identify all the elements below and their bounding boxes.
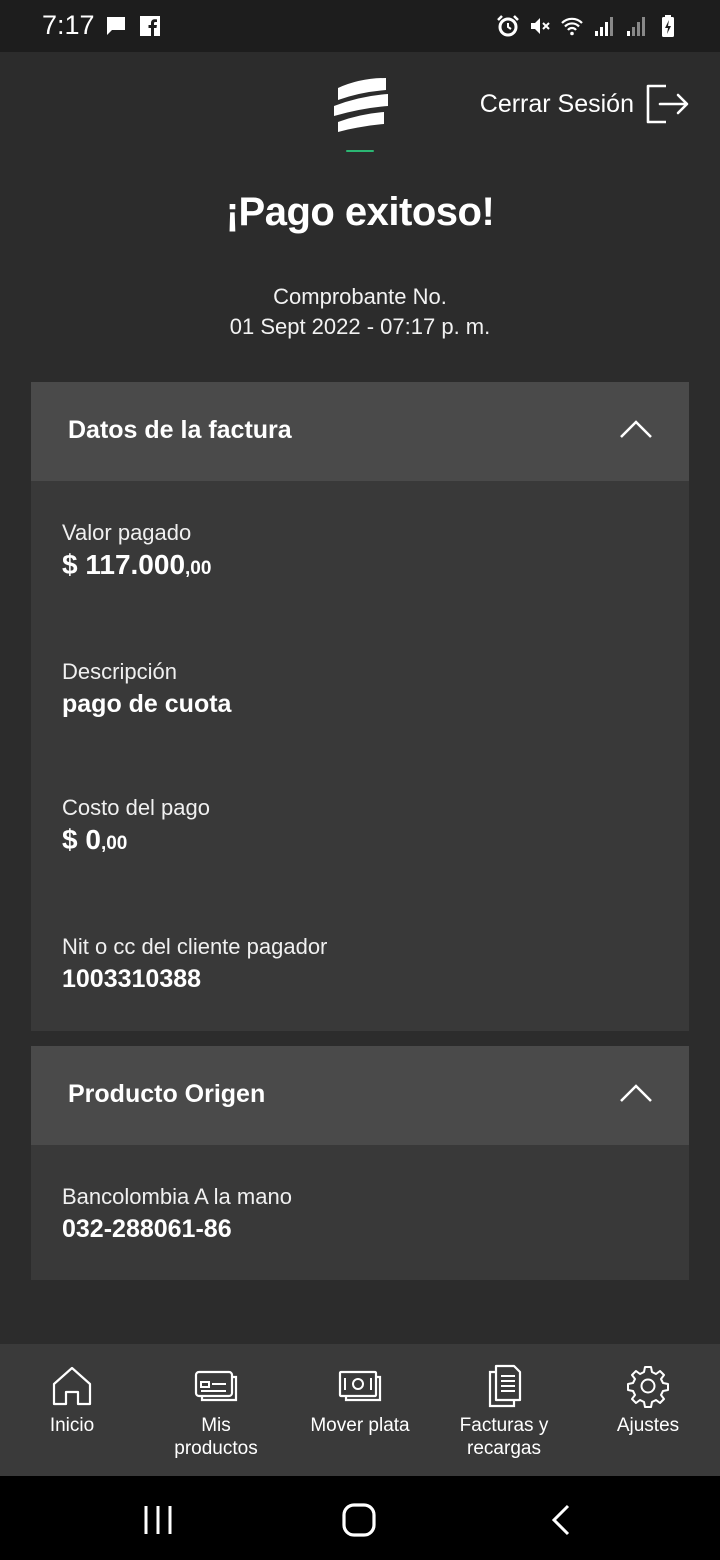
paid-amount-label: Valor pagado [62, 520, 192, 545]
back-icon[interactable] [542, 1500, 582, 1540]
status-time: 7:17 [42, 10, 95, 40]
nav-item-ajustes[interactable]: Ajustes [576, 1344, 720, 1476]
logout-button[interactable]: Cerrar Sesión [480, 82, 690, 126]
nav-label-facturas-recargas: Facturas y recargas [459, 1415, 549, 1459]
bancolombia-logo [334, 78, 388, 132]
description-label: Descripción [62, 659, 177, 684]
invoice-card: Datos de la factura Valor pagado $ 117.0… [31, 382, 689, 1031]
invoice-card-title: Datos de la factura [68, 416, 292, 444]
card-icon [194, 1370, 238, 1402]
chevron-up-icon[interactable] [619, 418, 653, 440]
nav-item-inicio[interactable]: Inicio [0, 1344, 144, 1476]
origin-card-title: Producto Origen [68, 1080, 266, 1108]
bottom-nav: Inicio Mis productos Mover plata Factura… [0, 1344, 720, 1476]
recent-apps-icon[interactable] [138, 1500, 178, 1540]
paid-amount-field: Valor pagado $ 117.000,00 [62, 520, 211, 586]
signal-icon [595, 17, 613, 36]
nav-label-inicio: Inicio [49, 1415, 95, 1436]
origin-account-label: Bancolombia A la mano [62, 1184, 292, 1209]
client-id-label: Nit o cc del cliente pagador [62, 934, 328, 959]
nav-item-facturas-recargas[interactable]: Facturas y recargas [432, 1344, 576, 1476]
page-title: ¡Pago exitoso! [225, 190, 495, 234]
home-icon [52, 1366, 92, 1406]
system-nav-bar [0, 1476, 720, 1560]
cost-label: Costo del pago [62, 795, 210, 820]
nav-item-mis-productos[interactable]: Mis productos [144, 1344, 288, 1476]
receipt-info: Comprobante No. 01 Sept 2022 - 07:17 p. … [0, 282, 720, 342]
paid-amount-value: $ 117.000,00 [62, 549, 212, 580]
wifi-icon [561, 17, 583, 36]
logout-icon [646, 84, 689, 124]
chevron-up-icon[interactable] [619, 1082, 653, 1104]
logout-label: Cerrar Sesión [479, 89, 634, 118]
receipt-datetime: 01 Sept 2022 - 07:17 p. m. [229, 314, 491, 339]
cost-field: Costo del pago $ 0,00 [62, 795, 210, 861]
nav-label-ajustes: Ajustes [616, 1415, 680, 1436]
facebook-icon [140, 16, 160, 36]
origin-account-number: 032-288061-86 [62, 1215, 232, 1243]
status-bar: 7:17 [0, 0, 720, 52]
receipt-label: Comprobante No. [273, 284, 447, 309]
alarm-icon [497, 15, 519, 37]
app-header: Cerrar Sesión [0, 52, 720, 162]
nav-label-mis-productos: Mis productos [174, 1415, 258, 1459]
description-field: Descripción pago de cuota [62, 659, 231, 721]
logo-underline [346, 150, 374, 152]
description-value: pago de cuota [62, 690, 232, 718]
origin-account-field: Bancolombia A la mano 032-288061-86 [62, 1184, 292, 1246]
signal-icon [627, 17, 645, 36]
cost-value: $ 0,00 [62, 824, 128, 855]
nav-item-mover-plata[interactable]: Mover plata [288, 1344, 432, 1476]
client-id-value: 1003310388 [62, 965, 202, 993]
money-icon [338, 1370, 382, 1402]
nav-label-mover-plata: Mover plata [310, 1415, 410, 1436]
home-button-icon[interactable] [339, 1500, 379, 1540]
invoice-card-header[interactable]: Datos de la factura [31, 382, 689, 481]
origin-card-header[interactable]: Producto Origen [31, 1046, 689, 1145]
origin-card: Producto Origen Bancolombia A la mano 03… [31, 1046, 689, 1280]
bill-icon [488, 1364, 522, 1408]
mute-icon [531, 18, 550, 34]
battery-icon [662, 15, 674, 37]
message-icon [107, 17, 125, 35]
client-id-field: Nit o cc del cliente pagador 1003310388 [62, 934, 327, 996]
gear-icon [627, 1366, 669, 1408]
